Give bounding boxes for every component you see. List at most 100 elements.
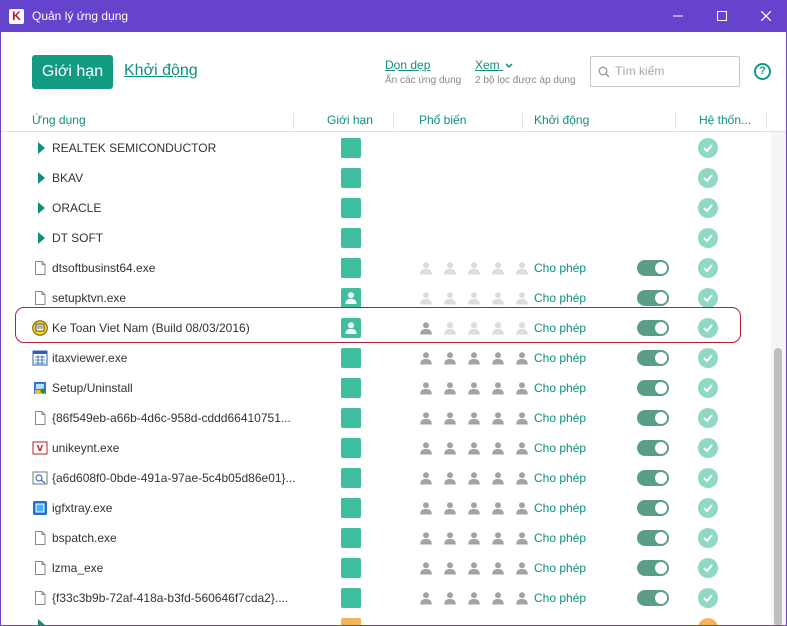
startup-status[interactable]: Cho phép (534, 471, 586, 485)
startup-status[interactable]: Cho phép (534, 381, 586, 395)
app-row[interactable]: REALTEK SEMICONDUCTOR (1, 133, 771, 163)
check-icon (698, 468, 718, 488)
check-icon (698, 168, 718, 188)
limit-square-button[interactable] (341, 498, 361, 518)
startup-toggle[interactable] (637, 590, 669, 606)
startup-toggle[interactable] (637, 530, 669, 546)
startup-tab-link[interactable]: Khởi động (124, 62, 198, 80)
startup-toggle[interactable] (637, 290, 669, 306)
close-button[interactable] (744, 0, 786, 32)
setup-icon (32, 380, 48, 396)
startup-status[interactable]: Cho phép (534, 591, 586, 605)
limit-user-button[interactable] (341, 288, 361, 308)
search-input[interactable] (615, 62, 733, 80)
app-row[interactable]: ORACLE (1, 193, 771, 223)
startup-status[interactable]: Cho phép (534, 441, 586, 455)
help-icon[interactable]: ? (754, 63, 771, 80)
person-icon (419, 561, 438, 575)
column-divider (766, 113, 767, 129)
chevron-down-icon (505, 63, 513, 69)
limit-square-button[interactable] (341, 378, 361, 398)
app-row[interactable]: bspatch.exe Cho phép (1, 523, 771, 553)
column-system[interactable]: Hệ thốn... (699, 113, 751, 127)
app-row[interactable]: DT SOFT (1, 223, 771, 253)
startup-status[interactable]: Cho phép (534, 531, 586, 545)
maximize-button[interactable] (700, 0, 744, 32)
app-name: lzma_exe (52, 561, 104, 575)
limit-tab-button[interactable]: Giới hạn (32, 55, 113, 89)
column-header: Ứng dụng Giới hạn Phổ biến Khởi động Hệ … (1, 110, 786, 132)
person-icon (515, 291, 534, 305)
limit-square-button[interactable] (341, 348, 361, 368)
expand-arrow-icon[interactable] (38, 142, 45, 154)
view-link[interactable]: Xem (475, 58, 513, 72)
person-icon (443, 411, 462, 425)
minimize-button[interactable] (656, 0, 700, 32)
expand-arrow-icon[interactable] (38, 172, 45, 184)
expand-arrow-icon[interactable] (38, 232, 45, 244)
app-row[interactable]: {86f549eb-a66b-4d6c-958d-cddd66410751...… (1, 403, 771, 433)
person-icon (467, 471, 486, 485)
scrollbar-thumb[interactable] (774, 348, 782, 625)
app-row[interactable]: {a6d608f0-0bde-491a-97ae-5c4b05d86e01}..… (1, 463, 771, 493)
app-row[interactable]: BKAV (1, 163, 771, 193)
limit-square-button[interactable] (341, 258, 361, 278)
startup-status[interactable]: Cho phép (534, 411, 586, 425)
minimize-icon (673, 15, 683, 17)
startup-toggle[interactable] (637, 560, 669, 576)
startup-toggle[interactable] (637, 380, 669, 396)
limit-square-button[interactable] (341, 138, 361, 158)
app-row[interactable]: dtsoftbusinst64.exe Cho phép (1, 253, 771, 283)
startup-status[interactable]: Cho phép (534, 501, 586, 515)
limit-square-button[interactable] (341, 558, 361, 578)
limit-square-button[interactable] (341, 198, 361, 218)
startup-status[interactable]: Cho phép (534, 561, 586, 575)
app-row[interactable]: lzma_exe Cho phép (1, 553, 771, 583)
column-limit[interactable]: Giới hạn (327, 113, 373, 127)
search-icon (598, 66, 610, 78)
person-icon (491, 531, 510, 545)
app-row[interactable]: Vunikeynt.exe Cho phép (1, 433, 771, 463)
limit-square-button[interactable] (341, 588, 361, 608)
person-icon (467, 261, 486, 275)
column-popularity[interactable]: Phổ biến (419, 113, 466, 127)
person-icon (443, 591, 462, 605)
limit-square-button[interactable] (341, 468, 361, 488)
limit-square-button[interactable] (341, 408, 361, 428)
check-icon (698, 438, 718, 458)
startup-toggle[interactable] (637, 260, 669, 276)
app-row[interactable]: Setup/Uninstall Cho phép (1, 373, 771, 403)
person-icon (491, 501, 510, 515)
limit-square-button[interactable] (341, 168, 361, 188)
check-icon (698, 378, 718, 398)
column-app[interactable]: Ứng dụng (32, 113, 86, 127)
startup-toggle[interactable] (637, 410, 669, 426)
file-icon (32, 260, 48, 276)
title-bar[interactable]: K Quản lý ứng dụng (1, 0, 786, 32)
app-row[interactable]: itaxviewer.exe Cho phép (1, 343, 771, 373)
limit-square-button[interactable] (341, 438, 361, 458)
startup-status[interactable]: Cho phép (534, 261, 586, 275)
app-row[interactable]: igfxtray.exe Cho phép (1, 493, 771, 523)
startup-status[interactable]: Cho phép (534, 351, 586, 365)
expand-arrow-icon[interactable] (38, 202, 45, 214)
startup-toggle[interactable] (637, 470, 669, 486)
startup-status[interactable]: Cho phép (534, 291, 586, 305)
startup-toggle[interactable] (637, 350, 669, 366)
popularity-rating (419, 261, 539, 275)
startup-toggle[interactable] (637, 500, 669, 516)
search-box[interactable] (590, 56, 740, 87)
app-row[interactable]: {f33c3b9b-72af-418a-b3fd-560646f7cda2}..… (1, 583, 771, 613)
toolbar: Giới hạn Khởi động Dọn dẹp Ẩn các ứng dụ… (1, 32, 786, 110)
person-icon (419, 471, 438, 485)
limit-square-button[interactable] (341, 228, 361, 248)
file-icon (32, 290, 48, 306)
app-name: {a6d608f0-0bde-491a-97ae-5c4b05d86e01}..… (52, 471, 296, 485)
component-icon (32, 470, 48, 486)
app-name: dtsoftbusinst64.exe (52, 261, 156, 275)
column-startup[interactable]: Khởi động (534, 113, 589, 127)
limit-square[interactable] (341, 618, 361, 625)
cleanup-link[interactable]: Dọn dẹp (385, 58, 430, 72)
startup-toggle[interactable] (637, 440, 669, 456)
limit-square-button[interactable] (341, 528, 361, 548)
